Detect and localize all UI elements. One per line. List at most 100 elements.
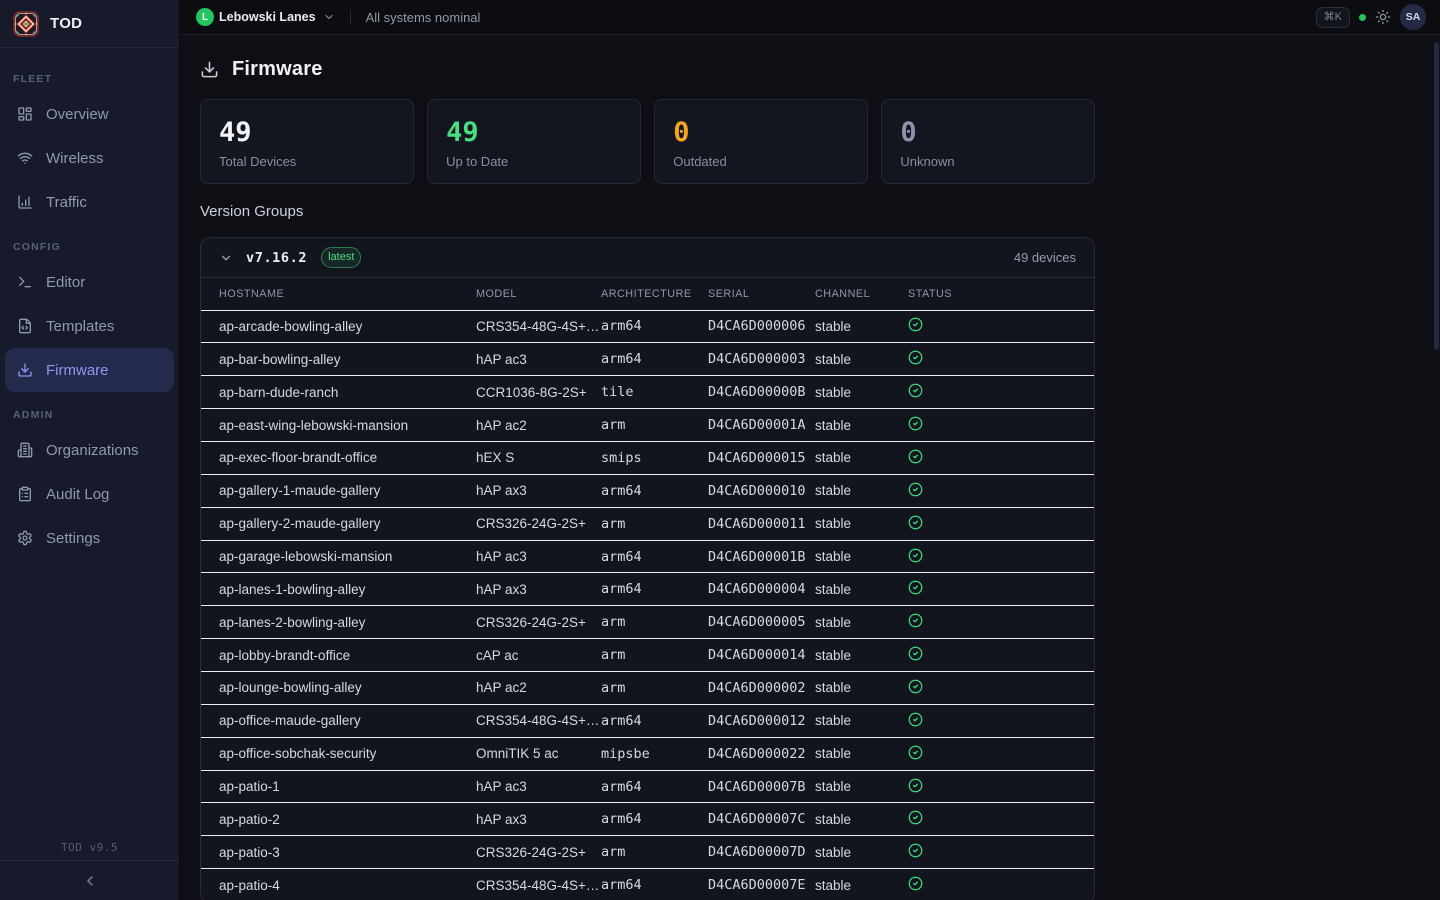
device-row[interactable]: ap-gallery-2-maude-galleryCRS326-24G-2S+… — [201, 507, 1094, 540]
device-row[interactable]: ap-patio-2hAP ax3arm64D4CA6D00007Cstable — [201, 803, 1094, 836]
circle-check-icon — [908, 646, 923, 661]
scrollbar-thumb[interactable] — [1434, 42, 1439, 350]
circle-check-icon — [908, 712, 923, 727]
cell-channel: stable — [815, 474, 908, 507]
device-row[interactable]: ap-barn-dude-ranchCCR1036-8G-2S+tileD4CA… — [201, 376, 1094, 409]
circle-check-icon — [908, 482, 923, 497]
cell-status — [908, 803, 1094, 836]
device-row[interactable]: ap-lanes-2-bowling-alleyCRS326-24G-2S+ar… — [201, 606, 1094, 639]
device-row[interactable]: ap-bar-bowling-alleyhAP ac3arm64D4CA6D00… — [201, 343, 1094, 376]
cell-model: CRS326-24G-2S+ — [476, 507, 601, 540]
cell-arch: arm64 — [601, 310, 708, 343]
cell-model: CCR1036-8G-2S+ — [476, 376, 601, 409]
cell-hostname: ap-exec-floor-brandt-office — [201, 442, 476, 475]
circle-check-icon — [908, 317, 923, 332]
device-row[interactable]: ap-patio-3CRS326-24G-2S+armD4CA6D00007Ds… — [201, 836, 1094, 869]
sidebar-collapse-button[interactable] — [82, 873, 98, 889]
cell-channel: stable — [815, 869, 908, 900]
sidebar-item-templates[interactable]: Templates — [5, 304, 174, 348]
device-row[interactable]: ap-lanes-1-bowling-alleyhAP ax3arm64D4CA… — [201, 573, 1094, 606]
stat-value: 49 — [219, 119, 395, 147]
nav-section-admin: ADMINOrganizationsAudit LogSettings — [5, 408, 174, 560]
cell-arch: arm64 — [601, 343, 708, 376]
sidebar-item-overview[interactable]: Overview — [5, 92, 174, 136]
nav-section-label: CONFIG — [5, 240, 174, 254]
circle-check-icon — [908, 876, 923, 891]
device-row[interactable]: ap-gallery-1-maude-galleryhAP ax3arm64D4… — [201, 474, 1094, 507]
cell-model: OmniTIK 5 ac — [476, 737, 601, 770]
cell-channel: stable — [815, 409, 908, 442]
dashboard-grid-icon — [17, 106, 33, 122]
section-heading: Version Groups — [200, 203, 1420, 221]
device-row[interactable]: ap-lobby-brandt-officecAP acarmD4CA6D000… — [201, 639, 1094, 672]
cell-model: hAP ac3 — [476, 770, 601, 803]
app-root: TOD FLEETOverviewWirelessTrafficCONFIGEd… — [0, 0, 1440, 900]
cell-serial: D4CA6D000004 — [708, 573, 815, 606]
device-row[interactable]: ap-arcade-bowling-alleyCRS354-48G-4S+…ar… — [201, 310, 1094, 343]
circle-check-icon — [908, 515, 923, 530]
version-group-header[interactable]: v7.16.2 latest 49 devices — [201, 238, 1094, 278]
cell-hostname: ap-patio-1 — [201, 770, 476, 803]
cell-status — [908, 606, 1094, 639]
building-icon — [17, 442, 33, 458]
main-area: L Lebowski Lanes All systems nominal ⌘K … — [180, 0, 1440, 900]
cell-hostname: ap-patio-4 — [201, 869, 476, 900]
tod-logo-icon — [13, 11, 39, 37]
cell-status — [908, 737, 1094, 770]
device-row[interactable]: ap-patio-4CRS354-48G-4S+…arm64D4CA6D0000… — [201, 869, 1094, 900]
org-switcher[interactable]: L Lebowski Lanes — [196, 8, 335, 26]
cell-status — [908, 672, 1094, 705]
device-row[interactable]: ap-east-wing-lebowski-mansionhAP ac2armD… — [201, 409, 1094, 442]
cell-model: hAP ac2 — [476, 409, 601, 442]
stat-value: 0 — [673, 119, 849, 147]
topbar-divider — [350, 9, 351, 25]
circle-check-icon — [908, 843, 923, 858]
sidebar-footer: TOD v9.5 — [0, 828, 179, 900]
cell-hostname: ap-lanes-1-bowling-alley — [201, 573, 476, 606]
cell-channel: stable — [815, 836, 908, 869]
device-row[interactable]: ap-exec-floor-brandt-officehEX SsmipsD4C… — [201, 442, 1094, 475]
cell-status — [908, 836, 1094, 869]
chevron-down-icon[interactable] — [219, 251, 233, 265]
cell-status — [908, 442, 1094, 475]
sidebar-item-settings[interactable]: Settings — [5, 516, 174, 560]
cell-hostname: ap-east-wing-lebowski-mansion — [201, 409, 476, 442]
device-row[interactable]: ap-patio-1hAP ac3arm64D4CA6D00007Bstable — [201, 770, 1094, 803]
org-name: Lebowski Lanes — [219, 10, 316, 24]
sidebar-item-organizations[interactable]: Organizations — [5, 428, 174, 472]
cell-status — [908, 376, 1094, 409]
cell-hostname: ap-barn-dude-ranch — [201, 376, 476, 409]
device-row[interactable]: ap-garage-lebowski-mansionhAP ac3arm64D4… — [201, 540, 1094, 573]
cell-channel: stable — [815, 606, 908, 639]
circle-check-icon — [908, 350, 923, 365]
sidebar-item-traffic[interactable]: Traffic — [5, 180, 174, 224]
gear-icon — [17, 530, 33, 546]
bar-chart-icon — [17, 194, 33, 210]
stat-card-outdated: 0Outdated — [654, 99, 868, 184]
cell-status — [908, 507, 1094, 540]
stat-card-total-devices: 49Total Devices — [200, 99, 414, 184]
device-row[interactable]: ap-office-maude-galleryCRS354-48G-4S+…ar… — [201, 704, 1094, 737]
command-palette-shortcut[interactable]: ⌘K — [1316, 7, 1350, 28]
sidebar-item-editor[interactable]: Editor — [5, 260, 174, 304]
circle-check-icon — [908, 745, 923, 760]
cell-status — [908, 474, 1094, 507]
device-row[interactable]: ap-lounge-bowling-alleyhAP ac2armD4CA6D0… — [201, 672, 1094, 705]
sidebar-item-firmware[interactable]: Firmware — [5, 348, 174, 392]
cell-model: CRS354-48G-4S+… — [476, 704, 601, 737]
cell-hostname: ap-garage-lebowski-mansion — [201, 540, 476, 573]
cell-model: hAP ac2 — [476, 672, 601, 705]
cell-status — [908, 540, 1094, 573]
cell-serial: D4CA6D000005 — [708, 606, 815, 639]
devices-table-head: HOSTNAMEMODELARCHITECTURESERIALCHANNELST… — [201, 278, 1094, 310]
cell-arch: arm64 — [601, 573, 708, 606]
theme-toggle-button[interactable] — [1375, 9, 1391, 25]
devices-table: HOSTNAMEMODELARCHITECTURESERIALCHANNELST… — [201, 278, 1094, 900]
stat-card-up-to-date: 49Up to Date — [427, 99, 641, 184]
column-header-channel: CHANNEL — [815, 278, 908, 310]
sidebar-item-audit-log[interactable]: Audit Log — [5, 472, 174, 516]
user-avatar[interactable]: SA — [1400, 4, 1426, 30]
sidebar-item-wireless[interactable]: Wireless — [5, 136, 174, 180]
device-row[interactable]: ap-office-sobchak-securityOmniTIK 5 acmi… — [201, 737, 1094, 770]
stats-row: 49Total Devices49Up to Date0Outdated0Unk… — [200, 99, 1095, 184]
